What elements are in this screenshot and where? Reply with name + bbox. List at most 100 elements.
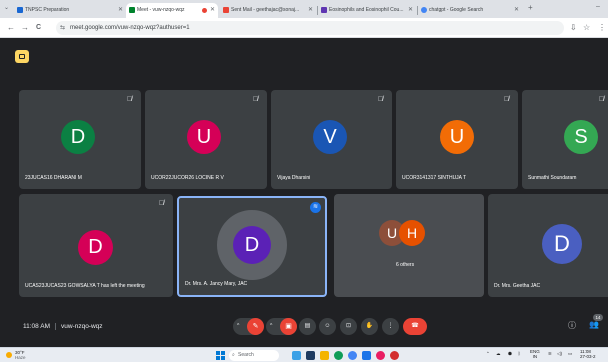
store-icon[interactable] [362,351,371,360]
tab-eosinophils[interactable]: Eosinophils and Eosinophil Cou... ✕ [318,3,416,18]
wifi-icon[interactable]: ≋ [548,351,552,357]
tab-tnpsc[interactable]: TNPSC Preparation ✕ [14,3,126,18]
participant-tile[interactable]: 🎙̸ U UCOR3141317 SINTHUJA T [396,90,518,189]
present-button[interactable]: ⊡ [340,318,357,335]
raise-hand-icon: ✋ [365,323,374,329]
taskbar-search[interactable]: ⌕ Search [229,350,279,361]
weather-desc: Haze [15,355,26,360]
avatar: S [564,120,598,154]
active-speaker-tile[interactable]: ≋ D Dr. Mrs. A. Jancy Mary, JAC [177,196,327,297]
close-icon[interactable]: ✕ [308,3,313,18]
meet-favicon [129,7,135,13]
meeting-code[interactable]: vuw-nzqo-wqz [61,323,103,330]
new-tab-button[interactable]: + [528,3,533,12]
tab-title: Eosinophils and Eosinophil Cou... [329,7,404,13]
tab-title: TNPSC Preparation [25,7,70,13]
widgets-icon[interactable] [292,351,301,360]
menu-icon[interactable]: ⋮ [598,22,606,34]
weather-widget[interactable]: 30°F Haze [6,350,26,360]
tab-title: Meet - vuw-nzqo-wqz [137,7,185,13]
info-icon[interactable]: ⓘ [568,320,576,331]
edge-icon[interactable] [334,351,343,360]
mic-off-icon: 🎙̸ [158,200,165,207]
participant-tile[interactable]: 🎙̸ D 23JUCAS16 DHARANI M [19,90,141,189]
minimize-icon[interactable]: – [596,3,600,10]
avatar: D [61,120,95,154]
avatar: D [78,230,113,265]
file-explorer-icon[interactable] [320,351,329,360]
others-tile[interactable]: U H 6 others [334,194,484,297]
region-code: IN [532,354,538,359]
more-options-button[interactable]: ⋮ [382,318,399,335]
tray-chevron-icon[interactable]: ⌃ [486,351,490,357]
tab-menu-icon[interactable]: ⌄ [4,4,9,11]
windows-start-icon[interactable] [216,351,225,360]
more-icon: ⋮ [387,323,394,329]
back-icon[interactable]: ← [7,22,15,34]
volume-icon[interactable]: ◁) [557,351,562,357]
tab-favicon [321,7,327,13]
avatar: H [399,220,425,246]
people-icon[interactable]: 👥 [589,320,599,329]
google-favicon [421,7,427,13]
close-icon[interactable]: ✕ [210,3,215,18]
participant-name: UCOR3141317 SINTHUJA T [402,175,467,181]
participant-name: Dr. Mrs. A. Jancy Mary, JAC [185,281,248,287]
site-info-icon[interactable]: ⇆ [60,21,65,35]
search-placeholder: Search [238,352,254,358]
tab-favicon [17,7,23,13]
participant-name: 23JUCAS16 DHARANI M [25,175,82,181]
close-icon[interactable]: ✕ [408,3,413,18]
download-icon[interactable]: ⇩ [570,22,577,34]
tab-meet[interactable]: Meet - vuw-nzqo-wqz ✕ [126,3,218,18]
close-icon[interactable]: ✕ [118,3,123,18]
tab-chatgpt-search[interactable]: chatgpt - Google Search ✕ [418,3,522,18]
windows-taskbar: 30°F Haze ⌕ Search ⌃ ☁ ⬢ ᛒ ENG IN ≋ ◁) ▭… [0,347,608,362]
chevron-up-icon[interactable]: ^ [270,318,272,335]
mic-off-icon[interactable]: ✎ [247,318,264,335]
reload-icon[interactable]: C [36,22,41,34]
battery-icon[interactable]: ▭ [568,351,572,357]
onedrive-icon[interactable]: ☁ [496,351,501,357]
captions-icon: ▤ [304,323,311,329]
participant-name: UCAS23JUCAS23 GOWSALYA T has left the me… [25,283,145,289]
tab-gmail[interactable]: Sent Mail - geethajac@sonaj... ✕ [220,3,316,18]
mic-control[interactable]: ^ ✎ [233,318,264,335]
clock[interactable]: 11:08 27-03-2 [580,349,596,359]
others-count-label: 6 others [396,262,415,268]
close-icon[interactable]: ✕ [514,3,519,18]
participant-tile[interactable]: D Dr. Mrs. Geetha JAC [488,194,608,297]
app-tray-icon[interactable]: ⬢ [508,351,512,357]
present-icon: ⊡ [345,323,352,329]
url-text: meet.google.com/vuw-nzqo-wqz?authuser=1 [70,25,190,31]
leave-call-button[interactable]: ☎ [403,318,427,335]
emoji-button[interactable]: ☺ [319,318,336,335]
bluetooth-icon[interactable]: ᛒ [518,351,521,356]
camera-off-icon[interactable]: ▣ [280,318,297,335]
star-icon[interactable]: ☆ [583,22,590,34]
address-bar-row: ← → C ⇆ meet.google.com/vuw-nzqo-wqz?aut… [0,18,608,38]
meeting-info-icon[interactable] [15,50,29,63]
participant-tile[interactable]: 🎙̸ V Vijaya Dharsini [271,90,392,189]
participant-tile[interactable]: 🎙̸ D UCAS23JUCAS23 GOWSALYA T has left t… [19,194,173,297]
participant-tile[interactable]: 🎙̸ S Sunmathi Soundaram [522,90,608,189]
avatar: U [187,120,221,154]
task-view-icon[interactable] [306,351,315,360]
url-field[interactable]: ⇆ meet.google.com/vuw-nzqo-wqz?authuser=… [56,21,564,35]
participant-name: Dr. Mrs. Geetha JAC [494,283,541,289]
avatar: D [233,226,271,264]
app-icon[interactable] [376,351,385,360]
captions-button[interactable]: ▤ [299,318,316,335]
forward-icon[interactable]: → [21,22,29,34]
speaking-indicator-icon: ≋ [310,202,321,213]
mic-off-icon: 🎙̸ [598,96,605,103]
app-icon[interactable] [390,351,399,360]
chevron-up-icon[interactable]: ^ [237,318,239,335]
language-indicator[interactable]: ENG IN [530,349,540,359]
clock-date: 27-03-2 [580,354,596,359]
participant-tile[interactable]: 🎙̸ U UCOR22JUCOR26 LOCINE R V [145,90,267,189]
raise-hand-button[interactable]: ✋ [361,318,378,335]
camera-control[interactable]: ^ ▣ [266,318,297,335]
tab-title: chatgpt - Google Search [429,7,484,13]
chrome-icon[interactable] [348,351,357,360]
